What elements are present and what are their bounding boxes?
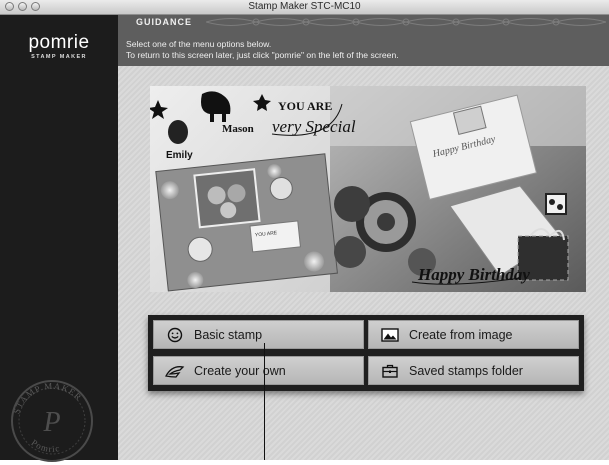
stamp-text-very-special: very Special xyxy=(272,117,356,136)
stamp-text-you-are: YOU ARE xyxy=(278,99,332,113)
title-bar: Stamp Maker STC-MC10 xyxy=(0,0,609,15)
pomrie-home-link[interactable]: pomrie xyxy=(0,32,118,54)
app-window: Stamp Maker STC-MC10 pomrie STAMP MAKER … xyxy=(0,0,609,462)
main-menu: Basic stamp Create from image Create you… xyxy=(148,315,584,391)
instruction-line-1: Select one of the menu options below. xyxy=(126,39,272,49)
image-icon xyxy=(379,326,401,344)
pen-nib-icon xyxy=(164,362,186,380)
stamp-text-happy-birthday: Happy Birthday xyxy=(417,265,530,284)
basic-stamp-button[interactable]: Basic stamp xyxy=(153,320,364,349)
svg-text:Pomric: Pomric xyxy=(29,437,61,454)
briefcase-icon xyxy=(379,362,401,380)
stamp-maker-seal-logo: STAMP MAKER Pomric P xyxy=(11,380,93,462)
main-content: Mason YOU ARE very Special Emily YOU ARE xyxy=(118,66,609,460)
smiley-icon xyxy=(164,326,186,344)
instruction-line-2: To return to this screen later, just cli… xyxy=(126,50,399,60)
create-from-image-button[interactable]: Create from image xyxy=(368,320,579,349)
guidance-header: GUIDANCE Select one of the menu options … xyxy=(118,15,609,66)
stamp-text-emily: Emily xyxy=(166,150,193,161)
decorative-pattern xyxy=(206,18,607,26)
stamp-text-mason: Mason xyxy=(222,123,254,135)
create-from-image-label: Create from image xyxy=(409,327,513,342)
sidebar: pomrie STAMP MAKER STAMP MAKER Pomric P xyxy=(0,15,118,462)
saved-stamps-folder-label: Saved stamps folder xyxy=(409,363,523,378)
logo-subtitle: STAMP MAKER xyxy=(31,54,87,60)
saved-stamps-folder-button[interactable]: Saved stamps folder xyxy=(368,356,579,385)
basic-stamp-label: Basic stamp xyxy=(194,327,263,342)
sample-stamps-photo: Mason YOU ARE very Special Emily YOU ARE xyxy=(150,86,586,292)
create-your-own-label: Create your own xyxy=(194,363,286,378)
seal-text-bottom: Pomric xyxy=(29,437,60,454)
guidance-label: GUIDANCE xyxy=(136,17,193,27)
seal-monogram: P xyxy=(42,407,60,438)
create-your-own-button[interactable]: Create your own xyxy=(153,356,364,385)
window-title: Stamp Maker STC-MC10 xyxy=(248,1,361,12)
text-cursor-pointer xyxy=(264,343,265,460)
